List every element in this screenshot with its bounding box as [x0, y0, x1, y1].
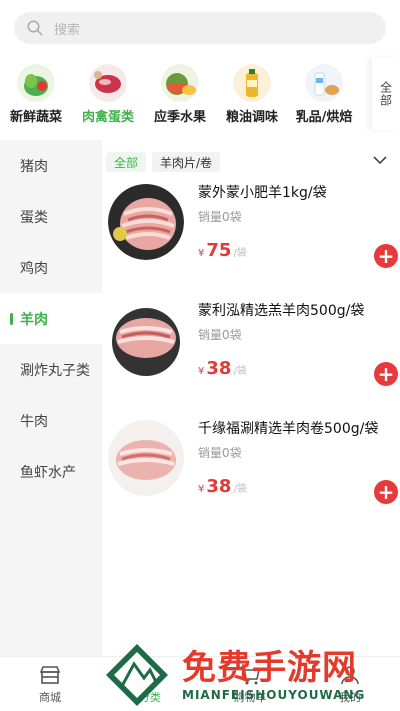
currency-symbol: ¥: [198, 366, 205, 377]
filter-row: 全部 羊肉片/卷: [106, 150, 400, 174]
price-value: 75: [206, 240, 232, 261]
category-icon: [141, 666, 159, 684]
all-categories-button[interactable]: 全部: [372, 58, 400, 130]
currency-symbol: ¥: [198, 248, 205, 259]
tab-label: 我的: [339, 691, 361, 704]
category-meat[interactable]: 肉禽蛋类: [72, 58, 144, 130]
product-sales: 销量0袋: [198, 210, 242, 224]
filter-chip-lamb-slices[interactable]: 羊肉片/卷: [152, 152, 221, 172]
cart-icon: [241, 666, 260, 685]
price-unit: /袋: [233, 366, 247, 377]
sidebar-item-label: 羊肉: [20, 311, 48, 328]
price-unit: /袋: [233, 484, 247, 495]
product-image: [108, 302, 184, 378]
sidebar-item-hotpot-balls[interactable]: 涮炸丸子类: [0, 344, 102, 395]
sidebar-item-label: 鱼虾水产: [20, 464, 76, 481]
product-price: ¥ 38 /袋: [198, 358, 247, 379]
sidebar-item-label: 猪肉: [20, 158, 48, 175]
tab-label: 商城: [39, 691, 61, 704]
sidebar: 猪肉 蛋类 鸡肉 羊肉 涮炸丸子类 牛肉 鱼虾水产: [0, 140, 102, 656]
category-label: 应季水果: [153, 110, 206, 125]
store-icon: [39, 666, 61, 684]
sidebar-item-chicken[interactable]: 鸡肉: [0, 242, 102, 293]
sidebar-item-seafood[interactable]: 鱼虾水产: [0, 446, 102, 497]
product-sales: 销量0袋: [198, 446, 242, 460]
meat-icon: [89, 64, 127, 102]
sidebar-item-label: 蛋类: [20, 209, 48, 226]
product-item[interactable]: 蒙利泓精选羔羊肉500g/袋 销量0袋 ¥ 38 /袋 +: [102, 296, 400, 414]
tab-label: 分类: [139, 691, 161, 704]
add-to-cart-button[interactable]: +: [374, 362, 398, 386]
active-indicator: [10, 313, 13, 325]
sidebar-item-label: 牛肉: [20, 413, 48, 430]
product-name: 蒙外蒙小肥羊1kg/袋: [198, 185, 327, 201]
tab-profile[interactable]: 我的: [300, 657, 400, 711]
sidebar-item-lamb[interactable]: 羊肉: [0, 293, 102, 344]
search-bar: 搜索: [0, 0, 400, 56]
dairy-icon: [305, 64, 343, 102]
filter-chip-all[interactable]: 全部: [106, 152, 147, 172]
oil-icon: [233, 64, 271, 102]
category-label: 新鲜蔬菜: [9, 110, 62, 125]
price-value: 38: [206, 476, 232, 497]
category-oil[interactable]: 粮油调味: [216, 58, 288, 130]
product-name: 千缘福涮精选羊肉卷500g/袋: [198, 421, 379, 437]
tab-cart[interactable]: 购物车: [200, 657, 300, 711]
fruit-icon: [161, 64, 199, 102]
sidebar-item-beef[interactable]: 牛肉: [0, 395, 102, 446]
search-input[interactable]: 搜索: [14, 12, 386, 44]
vegetables-icon: [17, 64, 55, 102]
tab-store[interactable]: 商城: [0, 657, 100, 711]
category-vegetables[interactable]: 新鲜蔬菜: [0, 58, 72, 130]
price-value: 38: [206, 358, 232, 379]
product-price: ¥ 75 /袋: [198, 240, 247, 261]
sidebar-item-label: 涮炸丸子类: [20, 362, 90, 379]
category-label: 乳品/烘焙: [295, 110, 353, 125]
product-image: [108, 420, 184, 496]
tab-label: 购物车: [233, 691, 267, 704]
product-item[interactable]: 千缘福涮精选羊肉卷500g/袋 销量0袋 ¥ 38 /袋 +: [102, 414, 400, 532]
user-icon: [341, 666, 359, 685]
currency-symbol: ¥: [198, 484, 205, 495]
sidebar-item-pork[interactable]: 猪肉: [0, 140, 102, 191]
add-to-cart-button[interactable]: +: [374, 244, 398, 268]
product-name: 蒙利泓精选羔羊肉500g/袋: [198, 303, 365, 319]
category-label: 肉禽蛋类: [81, 110, 134, 125]
plus-icon: +: [377, 244, 395, 268]
product-image: [108, 184, 184, 260]
product-item[interactable]: 蒙外蒙小肥羊1kg/袋 销量0袋 ¥ 75 /袋 +: [102, 178, 400, 296]
search-placeholder: 搜索: [54, 22, 81, 38]
price-unit: /袋: [233, 248, 247, 259]
category-dairy[interactable]: 乳品/烘焙: [288, 58, 360, 130]
bottom-tab-bar: 商城 分类 购物车 我的: [0, 656, 400, 711]
plus-icon: +: [377, 362, 395, 386]
category-label: 粮油调味: [225, 110, 278, 125]
search-icon: [27, 20, 43, 36]
category-fruit[interactable]: 应季水果: [144, 58, 216, 130]
category-strip: 新鲜蔬菜 肉禽蛋类 应季水果 粮油调味 乳品/烘焙: [0, 58, 400, 130]
add-to-cart-button[interactable]: +: [374, 480, 398, 504]
sidebar-item-label: 鸡肉: [20, 260, 48, 277]
sidebar-item-eggs[interactable]: 蛋类: [0, 191, 102, 242]
plus-icon: +: [377, 480, 395, 504]
tab-category[interactable]: 分类: [100, 657, 200, 711]
product-sales: 销量0袋: [198, 328, 242, 342]
product-price: ¥ 38 /袋: [198, 476, 247, 497]
all-categories-label: 全部: [378, 81, 393, 107]
chevron-down-icon[interactable]: [372, 152, 388, 168]
